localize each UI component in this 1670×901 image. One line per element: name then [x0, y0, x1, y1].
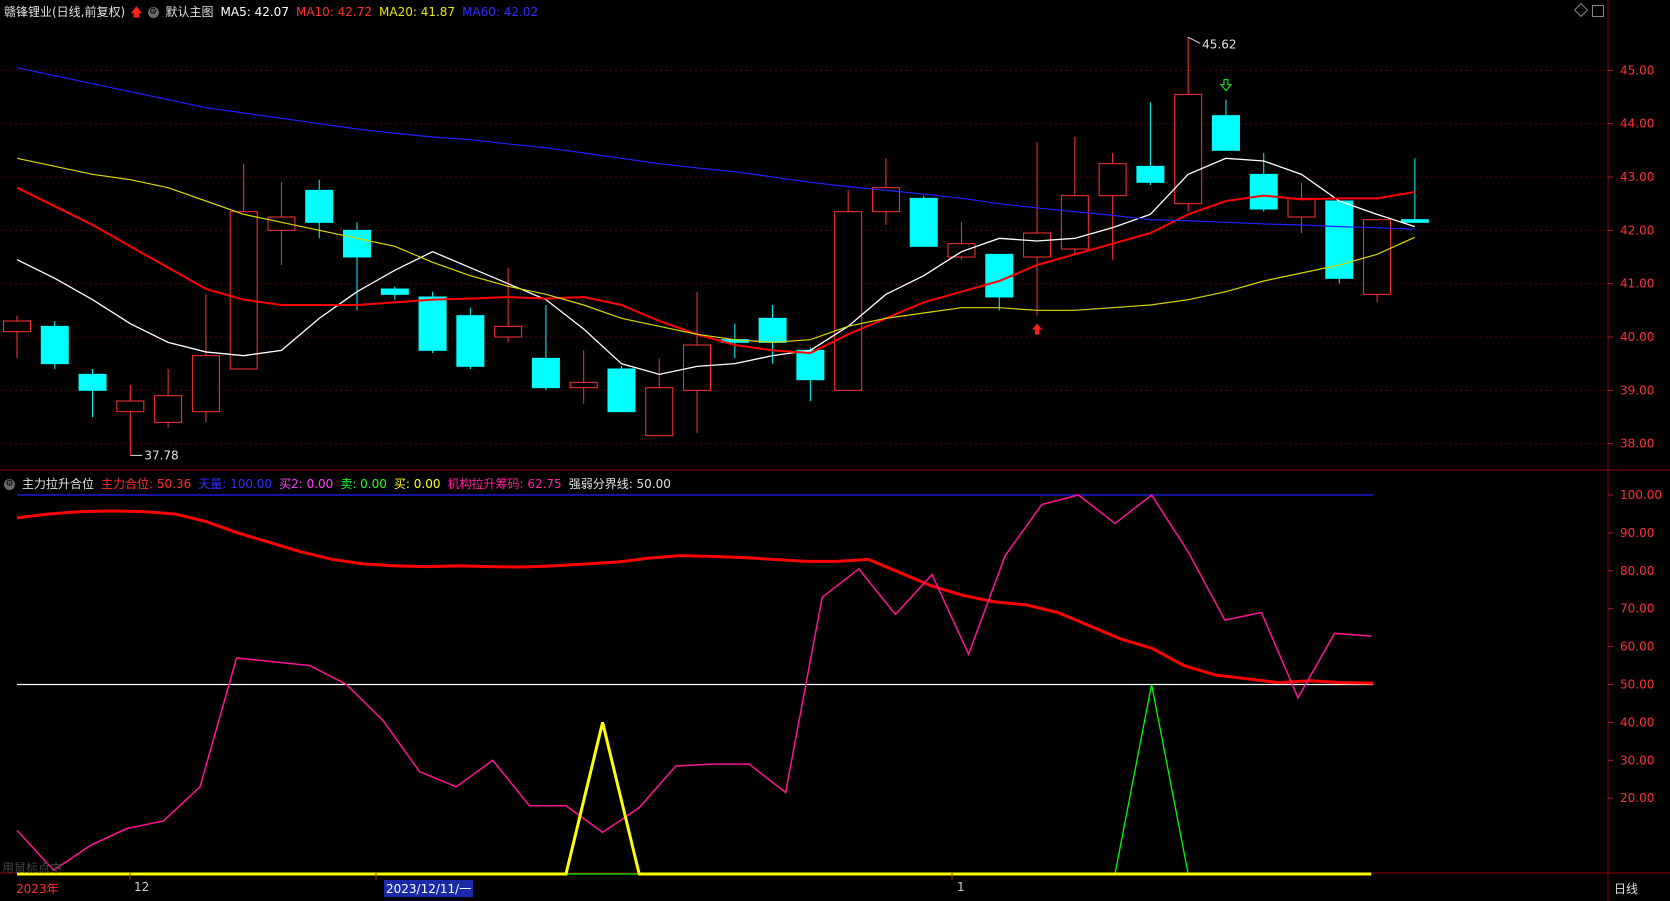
- price-tick-label: 45.00: [1620, 63, 1654, 77]
- ma-line-ma60: [16, 67, 1415, 230]
- candle-body: [531, 357, 560, 389]
- candle-body: [343, 229, 372, 258]
- inst-chip-line: [16, 493, 1372, 872]
- sky-volume-value: 天量: 100.00: [198, 477, 273, 491]
- ma60-value: MA60: 42.02: [462, 5, 539, 19]
- low-price-label: 37.78: [144, 448, 178, 462]
- ma20-value: MA20: 41.87: [379, 5, 456, 19]
- gear-icon[interactable]: ⚙: [147, 7, 159, 18]
- price-tick-label: 42.00: [1620, 223, 1654, 237]
- ma-line-ma10: [16, 186, 1416, 355]
- indicator-name[interactable]: 主力拉升合位: [22, 477, 94, 491]
- buy-signal-line: [17, 722, 1372, 876]
- time-label-year: 2023年: [16, 882, 59, 896]
- ma5-value: MA5: 42.07: [220, 5, 289, 19]
- indicator-tick-label: 70.00: [1620, 602, 1654, 616]
- candle-body: [305, 189, 334, 223]
- time-label-dec: 12: [134, 880, 150, 894]
- ma10-value: MA10: 42.72: [295, 5, 373, 19]
- mouse-hint: 用鼠标点中: [2, 861, 63, 875]
- candle-body: [456, 315, 485, 367]
- candle-body: [909, 197, 938, 247]
- candle-body: [40, 325, 69, 365]
- ma-line-ma5: [16, 157, 1416, 376]
- indicator-tick-label: 20.00: [1620, 791, 1654, 805]
- indicator-header: ⚙ 主力拉升合位 主力合位: 50.36 天量: 100.00 买2: 0.00 卖: 0…: [4, 475, 678, 492]
- price-tick-label: 38.00: [1620, 437, 1654, 451]
- candle-body: [1400, 219, 1429, 223]
- buy-signal-arrow-icon: [1032, 323, 1043, 335]
- indicator-tick-label: 40.00: [1620, 715, 1654, 729]
- candle-body: [796, 349, 825, 381]
- high-price-label: 45.62: [1202, 37, 1236, 51]
- candle-body: [645, 387, 674, 437]
- close-icon[interactable]: [1592, 5, 1604, 17]
- indicator-tick-label: 50.00: [1620, 678, 1654, 692]
- candle-body: [1060, 195, 1089, 250]
- candle-body: [116, 400, 145, 413]
- time-cursor-date: 2023/12/11/一: [384, 880, 474, 897]
- candle-body: [758, 317, 787, 343]
- candle-body: [1211, 115, 1240, 151]
- indicator-tick-label: 80.00: [1620, 564, 1654, 578]
- gear-icon[interactable]: ⚙: [4, 479, 15, 490]
- candle-body: [1249, 173, 1278, 210]
- buy2-value: 买2: 0.00: [279, 477, 334, 491]
- indicator-tick-label: 100.00: [1620, 488, 1662, 502]
- candle-body: [1136, 165, 1165, 183]
- buy-value: 买: 0.00: [393, 477, 441, 491]
- price-tick-label: 39.00: [1620, 383, 1654, 397]
- inst-value: 机构拉升筹码: 62.75: [447, 477, 562, 491]
- candle-body: [229, 211, 258, 370]
- price-tick-label: 44.00: [1620, 117, 1654, 131]
- period-label[interactable]: 日线: [1614, 880, 1638, 897]
- candle-body: [1174, 93, 1203, 205]
- candle-body: [1098, 163, 1127, 197]
- indicator-tick-label: 60.00: [1620, 640, 1654, 654]
- candle-body: [607, 368, 636, 413]
- sell-signal-arrow-icon: [1219, 79, 1233, 92]
- kline-chart[interactable]: 45.00 44.00 43.00 42.00 41.00 40.00 39.00 38.00…: [0, 0, 1670, 901]
- main-position-line: [16, 509, 1374, 685]
- arrow-up-icon: 🡅: [130, 5, 143, 19]
- buy2-signal-line: [17, 684, 1372, 875]
- indicator-tick-label: 30.00: [1620, 753, 1654, 767]
- candle-body: [267, 216, 296, 231]
- price-tick-label: 43.00: [1620, 170, 1654, 184]
- time-label-jan: 1: [957, 880, 965, 894]
- stock-title[interactable]: 赣锋锂业(日线,前复权): [4, 5, 125, 19]
- sell-value: 卖: 0.00: [340, 477, 387, 491]
- main-position-value: 主力合位: 50.36: [101, 477, 192, 491]
- boundary-value: 强弱分界线: 50.00: [568, 477, 671, 491]
- candle-body: [1287, 197, 1316, 218]
- price-tick-label: 40.00: [1620, 330, 1654, 344]
- candle-body: [494, 325, 523, 338]
- candle-body: [380, 288, 409, 295]
- candle-body: [834, 211, 863, 391]
- ma-line-ma20: [16, 157, 1416, 343]
- candle-body: [154, 395, 183, 423]
- indicator-tick-label: 90.00: [1620, 526, 1654, 540]
- candle-body: [78, 373, 107, 391]
- candle-body: [683, 344, 712, 391]
- price-tick-label: 41.00: [1620, 277, 1654, 291]
- candle-body: [947, 243, 976, 258]
- candle-body: [3, 320, 31, 333]
- candle-body: [191, 355, 220, 413]
- candle-body: [985, 253, 1014, 298]
- template-label[interactable]: 默认主图: [166, 5, 214, 19]
- high-annotation-arrow: [1187, 36, 1201, 44]
- candle-body: [569, 381, 598, 389]
- candle-body: [418, 296, 447, 351]
- candle-body: [1023, 232, 1052, 258]
- main-chart-header: 赣锋锂业(日线,前复权) 🡅 ⚙ 默认主图 MA5: 42.07 MA10: 42.72 M…: [4, 3, 545, 24]
